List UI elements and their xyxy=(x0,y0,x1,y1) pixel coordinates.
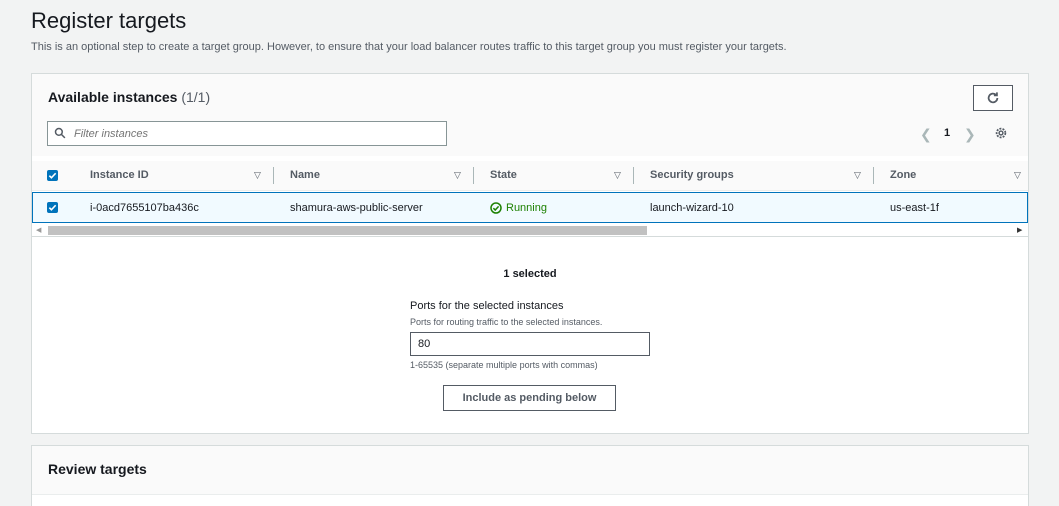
selected-count: 1 selected xyxy=(503,268,557,280)
include-as-pending-button[interactable]: Include as pending below xyxy=(443,385,616,411)
gear-icon[interactable] xyxy=(994,126,1008,140)
sort-icon[interactable]: ▽ xyxy=(454,170,461,181)
ports-input[interactable] xyxy=(410,332,650,356)
filter-instances-field[interactable] xyxy=(47,121,447,146)
column-header-state[interactable]: State xyxy=(490,169,517,181)
ports-description: Ports for routing traffic to the selecte… xyxy=(410,317,603,327)
column-divider[interactable] xyxy=(473,167,474,184)
refresh-button[interactable] xyxy=(973,85,1013,111)
sort-icon[interactable]: ▽ xyxy=(854,170,861,181)
state-cell: Running xyxy=(506,202,547,214)
search-icon xyxy=(54,127,66,139)
page-title: Register targets xyxy=(31,8,187,33)
scroll-right-icon[interactable]: ▶ xyxy=(1017,226,1022,234)
check-icon xyxy=(48,204,57,211)
chevron-right-icon[interactable]: ❯ xyxy=(964,126,976,143)
review-targets-panel: Review targets xyxy=(31,445,1029,506)
sort-icon[interactable]: ▽ xyxy=(254,170,261,181)
security-groups-cell: launch-wizard-10 xyxy=(650,202,734,214)
check-icon xyxy=(48,172,57,179)
ports-label: Ports for the selected instances xyxy=(410,300,564,312)
instance-id-cell[interactable]: i-0acd7655107ba436c xyxy=(90,202,199,214)
row-checkbox[interactable] xyxy=(47,202,58,213)
table-row[interactable]: i-0acd7655107ba436c shamura-aws-public-s… xyxy=(32,192,1028,223)
available-instances-panel: Available instances (1/1) ❮ 1 ❯ Instance… xyxy=(31,73,1029,434)
instances-count: (1/1) xyxy=(181,89,211,105)
sort-icon[interactable]: ▽ xyxy=(1014,170,1021,181)
scrollbar-thumb[interactable] xyxy=(48,226,647,235)
chevron-left-icon[interactable]: ❮ xyxy=(920,126,932,143)
ports-hint: 1-65535 (separate multiple ports with co… xyxy=(410,360,598,370)
scroll-left-icon[interactable]: ◀ xyxy=(36,226,41,234)
column-header-zone[interactable]: Zone xyxy=(890,169,916,181)
column-divider[interactable] xyxy=(273,167,274,184)
review-targets-title: Review targets xyxy=(48,461,147,477)
column-divider[interactable] xyxy=(633,167,634,184)
review-targets-header xyxy=(32,446,1028,495)
available-instances-title: Available instances xyxy=(48,89,178,105)
column-header-instance-id[interactable]: Instance ID xyxy=(90,169,149,181)
horizontal-scrollbar[interactable]: ◀ ▶ xyxy=(32,224,1028,237)
status-running-icon xyxy=(490,202,502,214)
refresh-icon xyxy=(987,92,999,104)
table-header: Instance ID ▽ Name ▽ State ▽ Security gr… xyxy=(32,161,1028,191)
column-divider[interactable] xyxy=(873,167,874,184)
column-header-security-groups[interactable]: Security groups xyxy=(650,169,734,181)
name-cell: shamura-aws-public-server xyxy=(290,202,423,214)
column-header-name[interactable]: Name xyxy=(290,169,320,181)
zone-cell: us-east-1f xyxy=(890,202,939,214)
sort-icon[interactable]: ▽ xyxy=(614,170,621,181)
page-number[interactable]: 1 xyxy=(944,127,950,139)
filter-instances-input[interactable] xyxy=(74,125,434,142)
pagination: ❮ 1 ❯ xyxy=(920,126,980,142)
page-description: This is an optional step to create a tar… xyxy=(31,41,787,53)
select-all-checkbox[interactable] xyxy=(47,170,58,181)
available-instances-heading: Available instances (1/1) xyxy=(48,89,210,105)
